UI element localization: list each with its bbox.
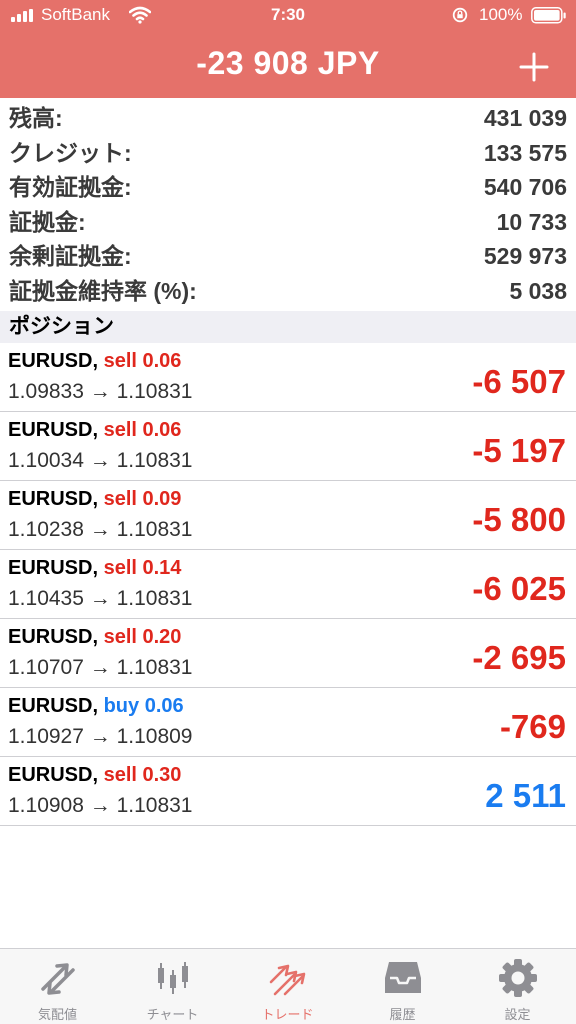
position-row[interactable]: EURUSD, buy 0.06 1.10927 → 1.10809 -769 [0, 688, 576, 757]
position-profit: 2 511 [485, 777, 566, 814]
trade-icon [269, 964, 306, 996]
battery-percent: 100% [479, 5, 523, 24]
summary-label: 有効証拠金: [9, 174, 132, 200]
summary-label: 残高: [9, 105, 63, 131]
positions-section-header: ポジション [0, 311, 576, 343]
summary-value: 431 039 [483, 105, 567, 131]
summary-value: 529 973 [483, 243, 567, 269]
position-side: sell 0.06 [103, 350, 182, 372]
position-prices: 1.10238 → 1.10831 [8, 518, 193, 541]
summary-label: クレジット: [9, 139, 132, 166]
position-row[interactable]: EURUSD, sell 0.30 1.10908 → 1.10831 2 51… [0, 757, 576, 826]
summary-value: 133 575 [483, 139, 567, 166]
tab-settings[interactable]: 設定 [460, 949, 575, 1024]
tab-quotes[interactable]: 気配値 [0, 949, 115, 1024]
account-summary: 残高: 431 039 クレジット: 133 575 有効証拠金: 540 70… [0, 101, 576, 308]
position-prices: 1.10908 → 1.10831 [8, 794, 193, 817]
history-icon [385, 962, 421, 993]
summary-label: 余剰証拠金: [9, 243, 132, 269]
battery-icon [531, 7, 566, 24]
summary-row-credit: クレジット: 133 575 [0, 136, 576, 171]
position-row[interactable]: EURUSD, sell 0.09 1.10238 → 1.10831 -5 8… [0, 481, 576, 550]
tab-chart[interactable]: チャート [115, 949, 230, 1024]
position-prices: 1.10435 → 1.10831 [8, 587, 193, 610]
summary-value: 5 038 [509, 277, 567, 304]
position-prices: 1.09833 → 1.10831 [8, 380, 193, 403]
position-symbol: EURUSD, [8, 695, 99, 717]
positions-list: EURUSD, sell 0.06 1.09833 → 1.10831 -6 5… [0, 343, 576, 826]
tab-bar: 気配値 チャート トレード 履歴 設定 [0, 948, 576, 1024]
summary-row-equity: 有効証拠金: 540 706 [0, 170, 576, 205]
position-row[interactable]: EURUSD, sell 0.14 1.10435 → 1.10831 -6 0… [0, 550, 576, 619]
status-bar: SoftBank 7:30 100% [0, 0, 576, 32]
chart-icon [158, 962, 188, 994]
position-symbol: EURUSD, [8, 350, 99, 372]
position-symbol: EURUSD, [8, 488, 99, 510]
summary-row-margin: 証拠金: 10 733 [0, 205, 576, 240]
position-row[interactable]: EURUSD, sell 0.20 1.10707 → 1.10831 -2 6… [0, 619, 576, 688]
tab-label: 気配値 [37, 1007, 77, 1022]
tab-label: チャート [146, 1007, 199, 1022]
position-prices: 1.10707 → 1.10831 [8, 656, 193, 679]
position-row[interactable]: EURUSD, sell 0.06 1.09833 → 1.10831 -6 5… [0, 343, 576, 412]
position-symbol: EURUSD, [8, 764, 99, 786]
position-profit: -5 800 [472, 501, 566, 538]
position-profit: -769 [499, 708, 566, 745]
position-row[interactable]: EURUSD, sell 0.06 1.10034 → 1.10831 -5 1… [0, 412, 576, 481]
position-symbol: EURUSD, [8, 557, 99, 579]
position-prices: 1.10927 → 1.10809 [8, 725, 193, 748]
position-side: sell 0.20 [103, 626, 182, 648]
plus-icon[interactable] [512, 47, 556, 87]
summary-value: 540 706 [483, 174, 567, 200]
summary-row-margin-level: 証拠金維持率 (%): 5 038 [0, 274, 576, 309]
position-side: sell 0.09 [103, 488, 182, 510]
tab-trade[interactable]: トレード [230, 949, 345, 1024]
position-side: sell 0.06 [103, 419, 182, 441]
rotation-lock-icon [452, 7, 468, 23]
tab-label: 履歴 [389, 1007, 416, 1022]
summary-row-free-margin: 余剰証拠金: 529 973 [0, 239, 576, 274]
summary-value: 10 733 [496, 208, 567, 235]
position-profit: -2 695 [472, 639, 566, 676]
position-profit: -6 025 [472, 570, 566, 607]
position-side: sell 0.14 [103, 557, 182, 579]
account-profit-title: -23 908 JPY [196, 45, 380, 81]
top-bar: SoftBank 7:30 100% -23 908 JPY [0, 0, 576, 98]
tab-label: トレード [261, 1007, 314, 1022]
position-side: sell 0.30 [103, 764, 182, 786]
quotes-icon [41, 963, 75, 995]
position-prices: 1.10034 → 1.10831 [8, 449, 193, 472]
settings-icon [499, 959, 537, 997]
tab-label: 設定 [504, 1007, 531, 1022]
position-profit: -6 507 [472, 363, 566, 400]
summary-label: 証拠金: [9, 208, 86, 235]
summary-row-balance: 残高: 431 039 [0, 101, 576, 136]
summary-label: 証拠金維持率 (%): [9, 277, 197, 304]
position-profit: -5 197 [472, 432, 566, 469]
position-symbol: EURUSD, [8, 419, 99, 441]
position-side: buy 0.06 [103, 695, 184, 717]
position-symbol: EURUSD, [8, 626, 99, 648]
tab-history[interactable]: 履歴 [345, 949, 460, 1024]
